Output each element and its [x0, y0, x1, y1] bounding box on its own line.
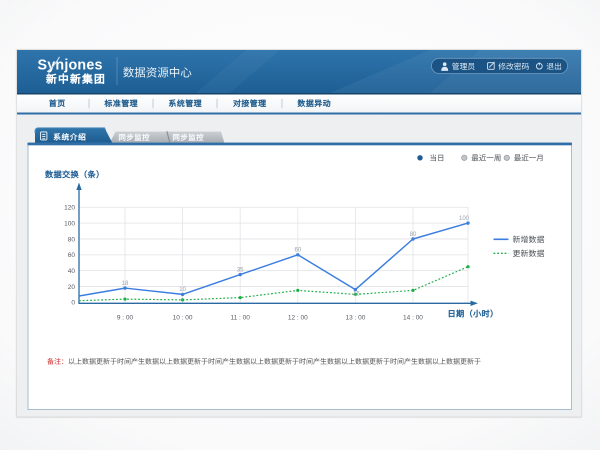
svg-text:60: 60 — [68, 252, 76, 259]
svg-text:60: 60 — [294, 248, 301, 254]
svg-text:Synjones: Synjones — [38, 57, 103, 73]
svg-text:10 : 00: 10 : 00 — [173, 315, 193, 322]
svg-text:100: 100 — [64, 220, 75, 227]
svg-text:10: 10 — [179, 287, 186, 293]
svg-text:80: 80 — [410, 232, 417, 238]
svg-text:14 : 00: 14 : 00 — [403, 315, 423, 322]
svg-text:18: 18 — [122, 281, 129, 287]
svg-text:12 : 00: 12 : 00 — [288, 315, 308, 322]
svg-text:11 : 00: 11 : 00 — [230, 315, 250, 322]
svg-text:100: 100 — [459, 216, 470, 222]
svg-text:0: 0 — [71, 300, 75, 307]
svg-text:120: 120 — [64, 205, 75, 212]
svg-text:15: 15 — [353, 292, 360, 298]
svg-text:20: 20 — [68, 284, 76, 291]
svg-text:40: 40 — [68, 268, 76, 275]
svg-text:13 : 00: 13 : 00 — [345, 315, 365, 322]
svg-text:35: 35 — [237, 267, 244, 273]
svg-text:9 : 00: 9 : 00 — [117, 315, 134, 322]
svg-text:80: 80 — [68, 236, 76, 243]
